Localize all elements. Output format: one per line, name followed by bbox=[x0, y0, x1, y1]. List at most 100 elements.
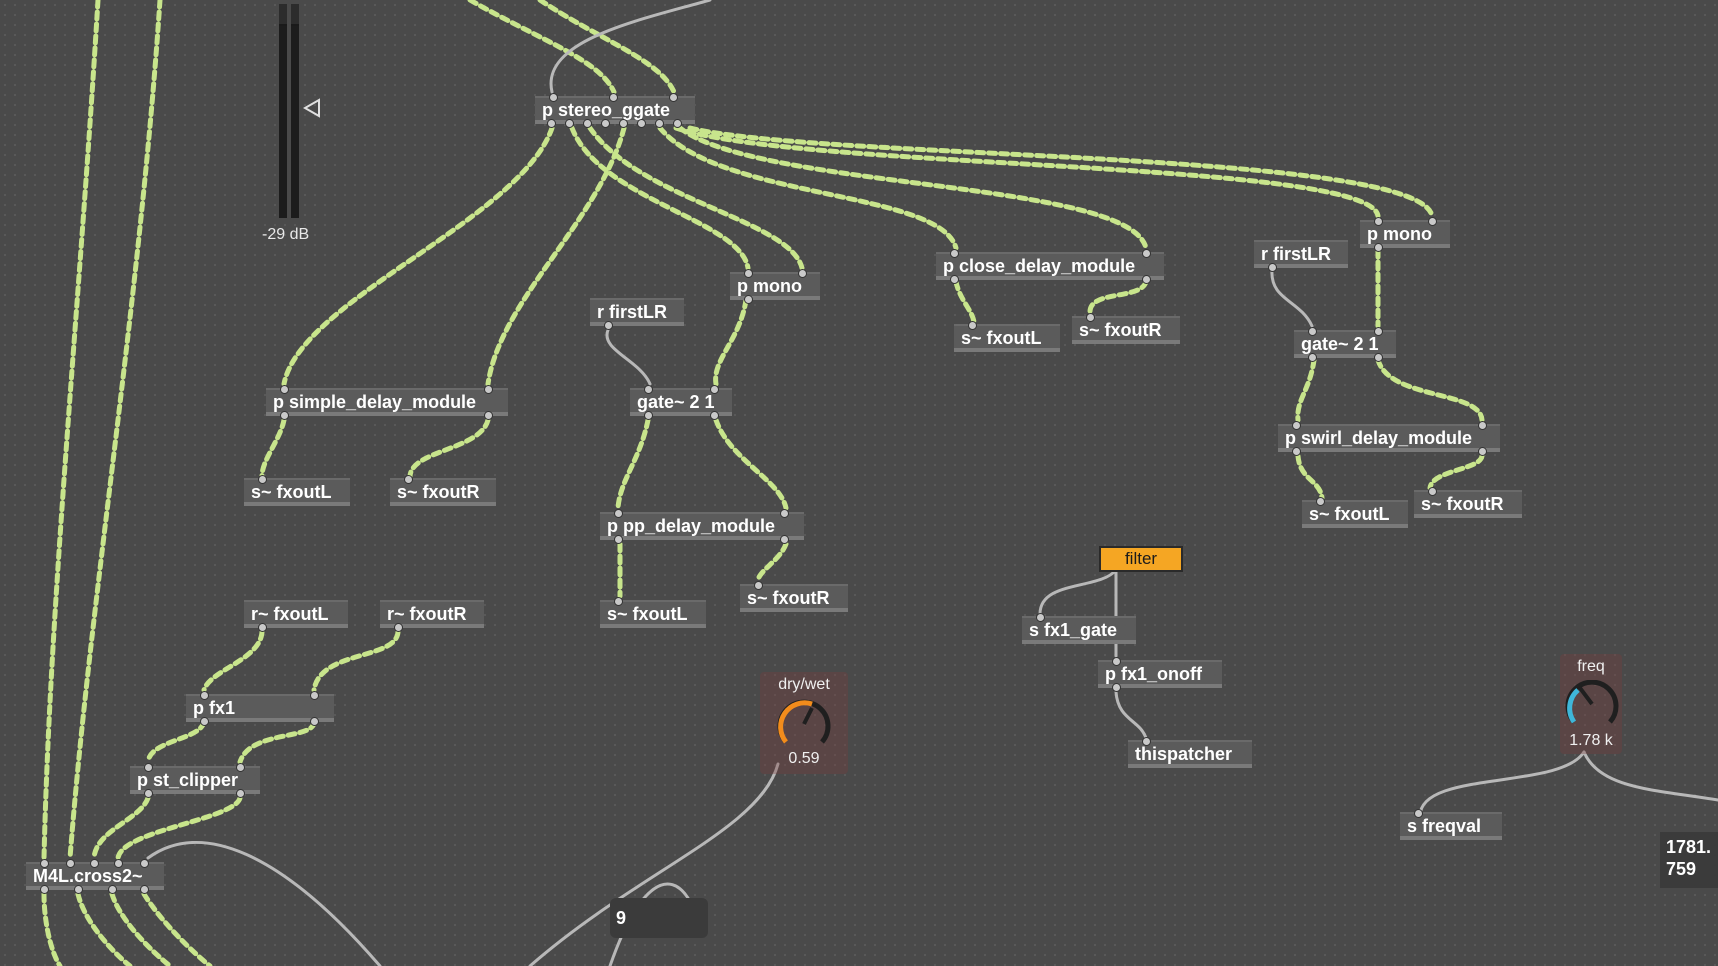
outlet-port[interactable] bbox=[601, 119, 610, 128]
outlet-port[interactable] bbox=[547, 119, 556, 128]
inlet-port[interactable] bbox=[609, 93, 618, 102]
outlet-port[interactable] bbox=[200, 717, 209, 726]
outlet-port[interactable] bbox=[710, 411, 719, 420]
inlet-port[interactable] bbox=[114, 859, 123, 868]
inlet-port[interactable] bbox=[710, 385, 719, 394]
outlet-port[interactable] bbox=[310, 717, 319, 726]
filter-toggle-button[interactable]: filter bbox=[1099, 546, 1183, 572]
outlet-port[interactable] bbox=[140, 885, 149, 894]
inlet-port[interactable] bbox=[90, 859, 99, 868]
number-box[interactable]: 9 bbox=[610, 898, 708, 938]
send-fxoutl-object[interactable]: s~ fxoutL bbox=[1302, 497, 1408, 528]
inlet-port[interactable] bbox=[200, 691, 209, 700]
inlet-port[interactable] bbox=[236, 763, 245, 772]
inlet-port[interactable] bbox=[144, 763, 153, 772]
inlet-port[interactable] bbox=[644, 385, 653, 394]
inlet-port[interactable] bbox=[1414, 809, 1423, 818]
mono-object[interactable]: p mono bbox=[1360, 217, 1450, 252]
outlet-port[interactable] bbox=[637, 119, 646, 128]
inlet-port[interactable] bbox=[798, 269, 807, 278]
outlet-port[interactable] bbox=[484, 411, 493, 420]
send-fxoutl-object[interactable]: s~ fxoutL bbox=[600, 597, 706, 628]
outlet-port[interactable] bbox=[394, 623, 403, 632]
send-freqval-object[interactable]: s freqval bbox=[1400, 809, 1502, 840]
outlet-port[interactable] bbox=[74, 885, 83, 894]
inlet-port[interactable] bbox=[1478, 421, 1487, 430]
receive-firstlr-object[interactable]: r firstLR bbox=[1254, 240, 1348, 272]
outlet-port[interactable] bbox=[950, 275, 959, 284]
inlet-port[interactable] bbox=[744, 269, 753, 278]
inlet-port[interactable] bbox=[1292, 421, 1301, 430]
level-meter[interactable] bbox=[279, 4, 320, 218]
close-delay-module-object[interactable]: p close_delay_module bbox=[936, 249, 1164, 284]
outlet-port[interactable] bbox=[1374, 353, 1383, 362]
outlet-port[interactable] bbox=[1268, 263, 1277, 272]
mono-object[interactable]: p mono bbox=[730, 269, 820, 304]
send-fxoutr-object[interactable]: s~ fxoutR bbox=[1072, 313, 1180, 344]
outlet-port[interactable] bbox=[614, 535, 623, 544]
outlet-port[interactable] bbox=[1112, 683, 1121, 692]
inlet-port[interactable] bbox=[310, 691, 319, 700]
outlet-port[interactable] bbox=[1142, 275, 1151, 284]
inlet-port[interactable] bbox=[40, 859, 49, 868]
receive-fxoutr-object[interactable]: r~ fxoutR bbox=[380, 600, 484, 632]
stereo-ggate-object[interactable]: p stereo_ggate bbox=[535, 93, 695, 128]
inlet-port[interactable] bbox=[66, 859, 75, 868]
outlet-port[interactable] bbox=[1478, 447, 1487, 456]
inlet-port[interactable] bbox=[1374, 217, 1383, 226]
outlet-port[interactable] bbox=[583, 119, 592, 128]
inlet-port[interactable] bbox=[1316, 497, 1325, 506]
gate-object[interactable]: gate~ 2 1 bbox=[1294, 327, 1396, 362]
inlet-port[interactable] bbox=[258, 475, 267, 484]
inlet-port[interactable] bbox=[780, 509, 789, 518]
gate-object[interactable]: gate~ 2 1 bbox=[630, 385, 732, 420]
inlet-port[interactable] bbox=[140, 859, 149, 868]
inlet-port[interactable] bbox=[549, 93, 558, 102]
outlet-port[interactable] bbox=[40, 885, 49, 894]
inlet-port[interactable] bbox=[968, 321, 977, 330]
outlet-port[interactable] bbox=[619, 119, 628, 128]
outlet-port[interactable] bbox=[144, 789, 153, 798]
inlet-port[interactable] bbox=[1428, 217, 1437, 226]
outlet-port[interactable] bbox=[258, 623, 267, 632]
outlet-port[interactable] bbox=[780, 535, 789, 544]
outlet-port[interactable] bbox=[1292, 447, 1301, 456]
outlet-port[interactable] bbox=[108, 885, 117, 894]
inlet-port[interactable] bbox=[669, 93, 678, 102]
inlet-port[interactable] bbox=[1036, 613, 1045, 622]
receive-firstlr-object[interactable]: r firstLR bbox=[590, 298, 684, 330]
send-fxoutl-object[interactable]: s~ fxoutL bbox=[954, 321, 1060, 352]
st-clipper-object[interactable]: p st_clipper bbox=[130, 763, 260, 798]
inlet-port[interactable] bbox=[754, 581, 763, 590]
send-fxoutr-object[interactable]: s~ fxoutR bbox=[390, 475, 496, 506]
fx1-object[interactable]: p fx1 bbox=[186, 691, 334, 726]
outlet-port[interactable] bbox=[604, 321, 613, 330]
simple-delay-module-object[interactable]: p simple_delay_module bbox=[266, 385, 508, 420]
receive-fxoutl-object[interactable]: r~ fxoutL bbox=[244, 600, 348, 632]
outlet-port[interactable] bbox=[565, 119, 574, 128]
cross2-object[interactable]: M4L.cross2~ bbox=[26, 859, 164, 894]
send-fxoutr-object[interactable]: s~ fxoutR bbox=[1414, 487, 1522, 518]
pp-delay-module-object[interactable]: p pp_delay_module bbox=[600, 509, 804, 544]
outlet-port[interactable] bbox=[744, 295, 753, 304]
inlet-port[interactable] bbox=[1142, 249, 1151, 258]
inlet-port[interactable] bbox=[1142, 737, 1151, 746]
fx1-onoff-object[interactable]: p fx1_onoff bbox=[1098, 657, 1222, 692]
inlet-port[interactable] bbox=[1086, 313, 1095, 322]
thispatcher-object[interactable]: thispatcher bbox=[1128, 737, 1252, 768]
drywet-dial[interactable]: dry/wet 0.59 bbox=[760, 672, 848, 774]
outlet-port[interactable] bbox=[1308, 353, 1317, 362]
inlet-port[interactable] bbox=[614, 597, 623, 606]
inlet-port[interactable] bbox=[1428, 487, 1437, 496]
inlet-port[interactable] bbox=[1112, 657, 1121, 666]
send-fxoutr-object[interactable]: s~ fxoutR bbox=[740, 581, 848, 612]
outlet-port[interactable] bbox=[673, 119, 682, 128]
inlet-port[interactable] bbox=[404, 475, 413, 484]
inlet-port[interactable] bbox=[1374, 327, 1383, 336]
inlet-port[interactable] bbox=[614, 509, 623, 518]
outlet-port[interactable] bbox=[644, 411, 653, 420]
outlet-port[interactable] bbox=[280, 411, 289, 420]
inlet-port[interactable] bbox=[1308, 327, 1317, 336]
outlet-port[interactable] bbox=[1374, 243, 1383, 252]
outlet-port[interactable] bbox=[236, 789, 245, 798]
